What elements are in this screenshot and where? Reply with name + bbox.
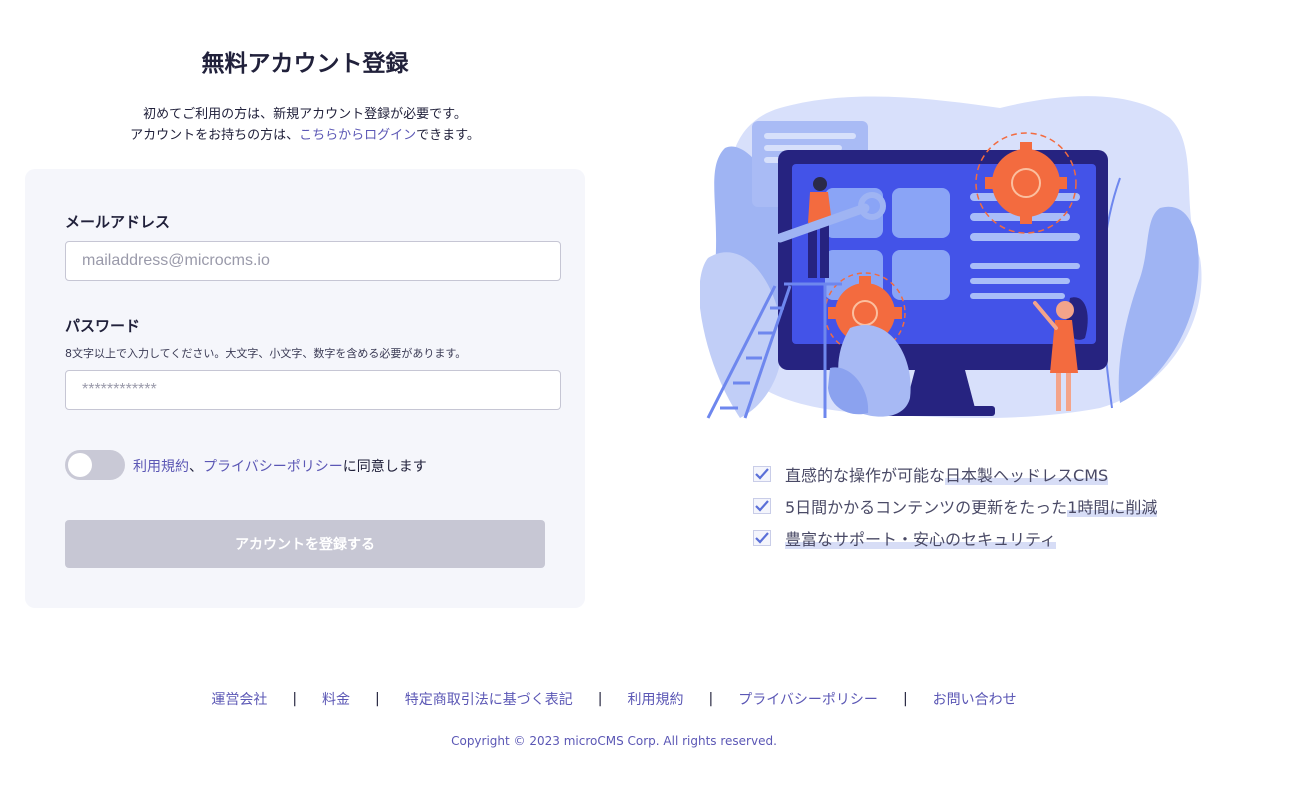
password-hint: 8文字以上で入力してください。大文字、小文字、数字を含める必要があります。 bbox=[65, 347, 467, 360]
toggle-knob bbox=[68, 453, 92, 477]
check-icon bbox=[753, 498, 771, 514]
feature-item: 豊富なサポート・安心のセキュリティ bbox=[753, 522, 1157, 554]
agree-toggle[interactable] bbox=[65, 450, 125, 480]
feature-text: 直感的な操作が可能な日本製ヘッドレスCMS bbox=[785, 462, 1109, 486]
footer-link-pricing[interactable]: 料金 bbox=[322, 689, 350, 709]
intro-line-2-prefix: アカウントをお持ちの方は、 bbox=[130, 128, 300, 143]
footer-link-company[interactable]: 運営会社 bbox=[211, 689, 267, 709]
password-label: パスワード bbox=[65, 317, 141, 335]
terms-link[interactable]: 利用規約 bbox=[133, 459, 189, 475]
footer-separator: | bbox=[902, 691, 908, 707]
agree-separator: 、 bbox=[189, 459, 203, 475]
feature-list: 直感的な操作が可能な日本製ヘッドレスCMS 5日間かかるコンテンツの更新をたった… bbox=[753, 458, 1158, 554]
agree-text: 利用規約、プライバシーポリシーに同意します bbox=[133, 456, 427, 476]
feature-highlight: 豊富なサポート・安心のセキュリティ bbox=[785, 530, 1057, 549]
footer-separator: | bbox=[292, 691, 298, 707]
check-icon bbox=[753, 466, 771, 482]
feature-item: 5日間かかるコンテンツの更新をたった1時間に削減 bbox=[753, 490, 1158, 522]
feature-highlight: 1時間に削減 bbox=[1067, 498, 1158, 517]
intro-line-2: アカウントをお持ちの方は、こちらからログインできます。 bbox=[25, 125, 585, 146]
check-icon bbox=[753, 530, 771, 546]
copyright: Copyright © 2023 microCMS Corp. All righ… bbox=[451, 734, 777, 748]
intro-text: 初めてご利用の方は、新規アカウント登録が必要です。 アカウントをお持ちの方は、こ… bbox=[25, 104, 585, 146]
footer-link-contact[interactable]: お問い合わせ bbox=[933, 689, 1017, 709]
register-button[interactable]: アカウントを登録する bbox=[65, 520, 545, 568]
feature-plain: 直感的な操作が可能な bbox=[785, 466, 946, 485]
feature-item: 直感的な操作が可能な日本製ヘッドレスCMS bbox=[753, 458, 1157, 490]
footer-nav: 運営会社 | 料金 | 特定商取引法に基づく表記 | 利用規約 | プライバシー… bbox=[0, 689, 1228, 709]
agree-suffix: に同意します bbox=[342, 459, 427, 475]
footer-separator: | bbox=[708, 691, 714, 707]
footer-separator: | bbox=[375, 691, 380, 707]
feature-highlight: 日本製ヘッドレスCMS bbox=[945, 466, 1109, 485]
cms-illustration bbox=[700, 96, 1202, 419]
feature-text: 豊富なサポート・安心のセキュリティ bbox=[785, 526, 1057, 550]
login-link[interactable]: こちらからログイン bbox=[299, 128, 416, 143]
footer-link-terms[interactable]: 利用規約 bbox=[627, 689, 683, 709]
privacy-link[interactable]: プライバシーポリシー bbox=[203, 459, 343, 475]
footer-separator: | bbox=[597, 691, 603, 707]
feature-text: 5日間かかるコンテンツの更新をたった1時間に削減 bbox=[785, 494, 1158, 518]
email-label: メールアドレス bbox=[65, 213, 171, 231]
page-title: 無料アカウント登録 bbox=[201, 51, 409, 77]
footer-link-commerce-law[interactable]: 特定商取引法に基づく表記 bbox=[405, 689, 573, 709]
signup-form: メールアドレス パスワード 8文字以上で入力してください。大文字、小文字、数字を… bbox=[25, 169, 585, 608]
footer-link-privacy[interactable]: プライバシーポリシー bbox=[738, 689, 878, 709]
email-field[interactable] bbox=[65, 241, 561, 281]
intro-line-1: 初めてご利用の方は、新規アカウント登録が必要です。 bbox=[143, 107, 467, 122]
intro-line-2-suffix: できます。 bbox=[416, 128, 480, 143]
feature-plain: 5日間かかるコンテンツの更新をたった bbox=[785, 498, 1068, 517]
password-field[interactable] bbox=[65, 370, 561, 410]
